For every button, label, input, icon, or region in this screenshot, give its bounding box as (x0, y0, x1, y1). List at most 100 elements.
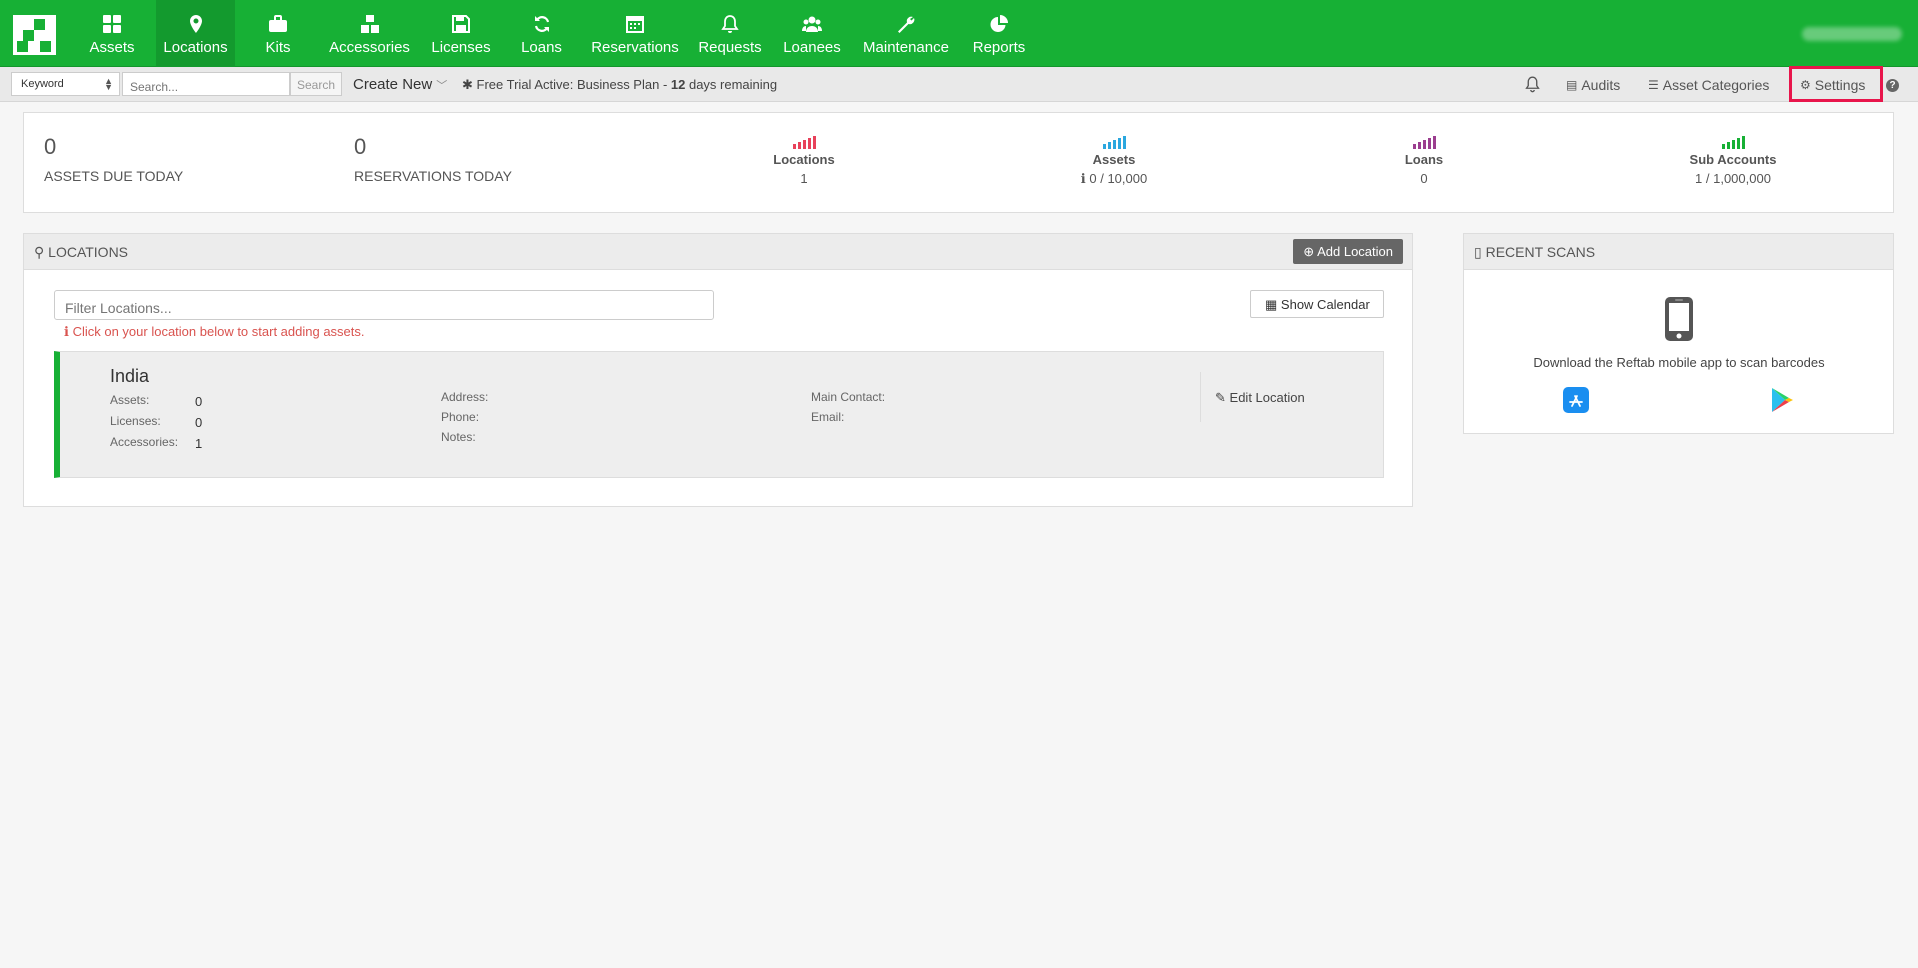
pie-chart-icon (990, 15, 1008, 32)
search-input[interactable] (122, 72, 290, 96)
nav-reservations[interactable]: Reservations (589, 0, 681, 67)
calendar-icon (626, 16, 644, 33)
nav-label: Loanees (783, 39, 841, 56)
loans-stat-title: Loans (1404, 152, 1444, 167)
cubes-icon (360, 15, 379, 33)
nav-label: Reservations (591, 39, 679, 56)
notifications-bell-icon[interactable] (1524, 75, 1541, 93)
user-menu[interactable] (1802, 27, 1902, 41)
bar-chart-icon (1324, 136, 1524, 149)
edit-location-label: Edit Location (1229, 390, 1305, 405)
settings-highlight (1789, 66, 1883, 102)
sort-arrows-icon: ▲ ▼ (104, 76, 113, 92)
nav-loanees[interactable]: Loanees (781, 0, 843, 67)
search-button[interactable]: Search (290, 72, 342, 96)
assets-stat-value: 0 / 10,000 (1089, 171, 1148, 186)
assets-label: Assets: (110, 393, 150, 407)
plus-circle-icon: ⊕ (1303, 244, 1315, 259)
assets-value: 0 (195, 394, 203, 409)
top-navbar: Assets Locations Kits Accessories Licens… (0, 0, 1918, 67)
mobile-icon: ▯ (1474, 244, 1482, 260)
create-new-dropdown[interactable]: Create New ﹀ (353, 76, 447, 93)
nav-kits[interactable]: Kits (256, 0, 300, 67)
asterisk-icon: ✱ (462, 77, 473, 92)
nav-label: Kits (265, 39, 291, 56)
address-label: Address: (441, 390, 489, 404)
search-type-value: Keyword (21, 78, 64, 90)
bar-chart-icon (704, 136, 904, 149)
locations-stat-title: Locations (773, 152, 835, 167)
map-marker-icon (189, 15, 202, 33)
bell-icon (721, 15, 739, 33)
audits-link[interactable]: ▤ Audits (1566, 77, 1620, 93)
filter-locations-input[interactable] (54, 290, 714, 320)
app-store-icon[interactable] (1563, 387, 1589, 413)
nav-locations[interactable]: Locations (156, 0, 235, 67)
locations-panel-title: LOCATIONS (48, 244, 129, 260)
audits-label: Audits (1581, 77, 1621, 93)
asset-categories-link[interactable]: ☰ Asset Categories (1648, 77, 1769, 93)
notes-label: Notes: (441, 430, 476, 444)
toolbar: Keyword ▲▼ Search Create New﹀ ✱ Free Tri… (0, 67, 1918, 102)
assets-stat-title: Assets (1092, 152, 1136, 167)
assets-due-label: ASSETS DUE TODAY (44, 168, 184, 184)
accessories-value: 1 (195, 436, 203, 451)
locations-stat-value: 1 (800, 171, 808, 186)
nav-accessories[interactable]: Accessories (325, 0, 414, 67)
trial-prefix: Free Trial Active: Business Plan - (476, 77, 671, 92)
nav-label: Accessories (329, 39, 410, 56)
google-play-icon[interactable] (1770, 387, 1794, 413)
wrench-icon (898, 16, 915, 33)
scan-instructions: Download the Reftab mobile app to scan b… (1533, 355, 1825, 370)
sub-accounts-stat: Sub Accounts 1 / 1,000,000 (1633, 136, 1833, 186)
loans-stat-value: 0 (1420, 171, 1428, 186)
users-icon (802, 16, 822, 32)
phone-label: Phone: (441, 410, 480, 424)
nav-label: Reports (972, 39, 1026, 56)
assets-stat-value-row: ℹ 0 / 10,000 (1014, 171, 1214, 187)
bar-chart-icon (1633, 136, 1833, 149)
locations-stat: Locations 1 (704, 136, 904, 186)
accessories-label: Accessories: (110, 435, 179, 449)
smartphone-icon (1665, 297, 1693, 341)
nav-loans[interactable]: Loans (518, 0, 565, 67)
add-location-label: Add Location (1317, 244, 1393, 259)
location-hint: ℹ Click on your location below to start … (64, 324, 365, 340)
floppy-icon (452, 15, 470, 33)
reservations-today: 0 RESERVATIONS TODAY (354, 134, 512, 184)
briefcase-icon (269, 15, 287, 32)
loans-stat: Loans 0 (1324, 136, 1524, 186)
licenses-label: Licenses: (110, 414, 161, 428)
bar-chart-icon (1014, 136, 1214, 149)
locations-panel: ⚲ LOCATIONS ⊕ Add Location ▦ Show Calend… (23, 233, 1413, 507)
create-new-label: Create New (353, 76, 433, 93)
sub-accounts-stat-title: Sub Accounts (1689, 152, 1777, 167)
help-icon[interactable]: ? (1886, 79, 1899, 92)
grid-icon (103, 15, 121, 33)
show-calendar-label: Show Calendar (1280, 297, 1370, 312)
refresh-icon (534, 16, 549, 32)
nav-maintenance[interactable]: Maintenance (860, 0, 952, 67)
search-type-select[interactable]: Keyword ▲ ▼ (11, 72, 120, 96)
recent-scans-header: ▯ RECENT SCANS (1464, 234, 1893, 270)
location-card[interactable]: India Assets: 0 Licenses: 0 Accessories:… (54, 351, 1384, 478)
asset-categories-label: Asset Categories (1662, 77, 1770, 93)
main-contact-label: Main Contact: (811, 390, 886, 404)
calendar-icon: ▦ (1265, 297, 1278, 312)
show-calendar-button[interactable]: ▦ Show Calendar (1250, 290, 1384, 318)
nav-requests[interactable]: Requests (696, 0, 764, 67)
chevron-down-icon: ﹀ (436, 80, 448, 92)
edit-location-button[interactable]: ✎ Edit Location (1200, 372, 1305, 422)
assets-due-count: 0 (44, 134, 57, 159)
nav-assets[interactable]: Assets (84, 0, 140, 67)
sub-accounts-stat-value: 1 / 1,000,000 (1695, 171, 1771, 186)
map-marker-icon: ⚲ (34, 244, 45, 260)
reftab-logo[interactable] (13, 15, 56, 55)
nav-licenses[interactable]: Licenses (428, 0, 494, 67)
reservations-label: RESERVATIONS TODAY (354, 168, 512, 184)
add-location-button[interactable]: ⊕ Add Location (1293, 239, 1403, 264)
info-circle-icon[interactable]: ℹ (1081, 171, 1086, 186)
locations-panel-header: ⚲ LOCATIONS ⊕ Add Location (24, 234, 1412, 270)
assets-due-today: 0 ASSETS DUE TODAY (44, 134, 183, 184)
nav-reports[interactable]: Reports (971, 0, 1027, 67)
